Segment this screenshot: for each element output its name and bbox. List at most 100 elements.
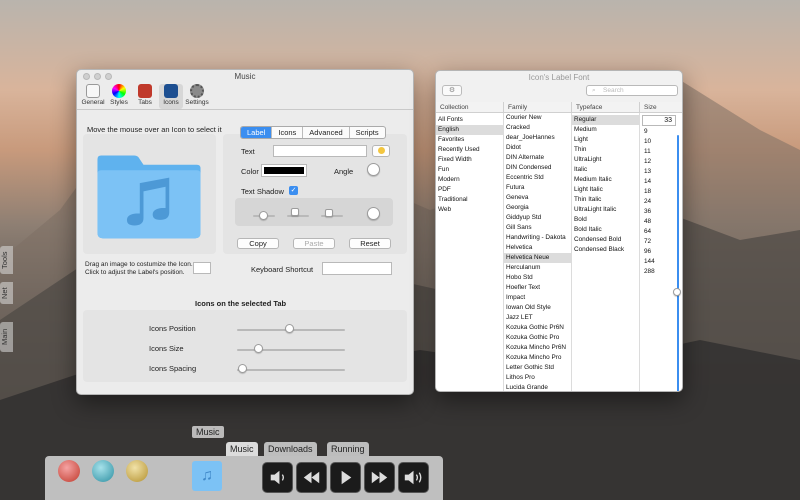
- typeface-item[interactable]: Light Italic: [572, 185, 639, 195]
- family-item[interactable]: Gill Sans: [504, 223, 571, 233]
- dock-tab-running[interactable]: Running: [327, 442, 369, 456]
- size-item[interactable]: 72: [642, 237, 672, 247]
- family-item[interactable]: Hoefler Text: [504, 283, 571, 293]
- family-item[interactable]: Iowan Old Style: [504, 303, 571, 313]
- dock-tab-downloads[interactable]: Downloads: [264, 442, 317, 456]
- size-item[interactable]: 64: [642, 227, 672, 237]
- family-item[interactable]: Eccentric Std: [504, 173, 571, 183]
- size-item[interactable]: 144: [642, 257, 672, 267]
- size-item[interactable]: 18: [642, 187, 672, 197]
- family-item[interactable]: dear_JoeHannes: [504, 133, 571, 143]
- minimize-window-button[interactable]: [94, 73, 101, 80]
- family-item[interactable]: Kozuka Mincho Pr6N: [504, 343, 571, 353]
- family-item[interactable]: Cracked: [504, 123, 571, 133]
- family-list[interactable]: Courier New Cracked dear_JoeHannes Didot DIN…: [504, 113, 572, 391]
- size-item[interactable]: 48: [642, 217, 672, 227]
- typeface-item[interactable]: Italic: [572, 165, 639, 175]
- mail-pin-icon-gold[interactable]: [126, 460, 148, 482]
- side-tab-main[interactable]: Main: [0, 322, 13, 352]
- paste-button[interactable]: Paste: [293, 238, 335, 249]
- size-item[interactable]: 10: [642, 137, 672, 147]
- emoji-button[interactable]: [372, 145, 390, 157]
- typeface-list[interactable]: Regular Medium Light Thin UltraLight Italic Me…: [572, 113, 640, 391]
- collection-item[interactable]: PDF: [436, 185, 503, 195]
- family-item[interactable]: Giddyup Std: [504, 213, 571, 223]
- toolbar-settings[interactable]: Settings: [185, 84, 209, 109]
- family-item[interactable]: Kozuka Mincho Pro: [504, 353, 571, 363]
- size-item[interactable]: 11: [642, 147, 672, 157]
- family-item[interactable]: Hobo Std: [504, 273, 571, 283]
- typeface-item[interactable]: Medium: [572, 125, 639, 135]
- icons-position-slider[interactable]: [285, 324, 294, 333]
- angle-dial[interactable]: [367, 163, 380, 176]
- toolbar-icons[interactable]: Icons: [159, 84, 183, 109]
- typeface-item[interactable]: Condensed Black: [572, 245, 639, 255]
- font-size-input[interactable]: 33: [642, 115, 676, 126]
- collection-item[interactable]: Traditional: [436, 195, 503, 205]
- typeface-item[interactable]: Thin: [572, 145, 639, 155]
- collection-item[interactable]: Favorites: [436, 135, 503, 145]
- copy-button[interactable]: Copy: [237, 238, 279, 249]
- reset-button[interactable]: Reset: [349, 238, 391, 249]
- music-folder-icon[interactable]: [87, 150, 211, 242]
- label-position-box[interactable]: [193, 262, 211, 274]
- side-tab-net[interactable]: Net: [0, 282, 13, 304]
- size-item[interactable]: 36: [642, 207, 672, 217]
- typeface-item[interactable]: Condensed Bold: [572, 235, 639, 245]
- tab-advanced[interactable]: Advanced: [303, 127, 350, 138]
- family-item[interactable]: Jazz LET: [504, 313, 571, 323]
- volume-up-button[interactable]: [398, 462, 429, 493]
- size-item[interactable]: 96: [642, 247, 672, 257]
- volume-down-button[interactable]: [262, 462, 293, 493]
- typeface-item[interactable]: Light: [572, 135, 639, 145]
- shadow-angle-dial[interactable]: [367, 207, 380, 220]
- dock-tab-music[interactable]: Music: [226, 442, 258, 456]
- family-item[interactable]: Georgia: [504, 203, 571, 213]
- label-text-input[interactable]: [273, 145, 367, 157]
- mail-pin-icon-red[interactable]: [58, 460, 80, 482]
- typeface-item[interactable]: Bold Italic: [572, 225, 639, 235]
- typeface-item[interactable]: Bold: [572, 215, 639, 225]
- size-item[interactable]: 14: [642, 177, 672, 187]
- collection-item[interactable]: Fun: [436, 165, 503, 175]
- family-item[interactable]: Helvetica Neue: [504, 253, 571, 263]
- family-item[interactable]: Didot: [504, 143, 571, 153]
- collection-item[interactable]: English: [436, 125, 503, 135]
- close-window-button[interactable]: [83, 73, 90, 80]
- family-item[interactable]: Herculanum: [504, 263, 571, 273]
- play-button[interactable]: [330, 462, 361, 493]
- toolbar-general[interactable]: General: [81, 84, 105, 109]
- family-item[interactable]: Lithos Pro: [504, 373, 571, 383]
- tab-icons[interactable]: Icons: [272, 127, 304, 138]
- mail-pin-icon-teal[interactable]: [92, 460, 114, 482]
- size-slider[interactable]: [673, 288, 681, 296]
- family-item[interactable]: Kozuka Gothic Pro: [504, 333, 571, 343]
- typeface-item[interactable]: UltraLight: [572, 155, 639, 165]
- side-tab-tools[interactable]: Tools: [0, 246, 13, 274]
- family-item[interactable]: Impact: [504, 293, 571, 303]
- family-item[interactable]: Letter Gothic Std: [504, 363, 571, 373]
- icons-size-slider[interactable]: [253, 344, 263, 353]
- font-actions-button[interactable]: ⚙: [442, 85, 462, 96]
- collection-item[interactable]: Modern: [436, 175, 503, 185]
- collection-item[interactable]: Recently Used: [436, 145, 503, 155]
- size-item[interactable]: 9: [642, 127, 672, 137]
- family-item[interactable]: Courier New: [504, 113, 571, 123]
- size-item[interactable]: 24: [642, 197, 672, 207]
- fast-forward-button[interactable]: [364, 462, 395, 493]
- toolbar-tabs[interactable]: Tabs: [133, 84, 157, 109]
- shadow-slider-3[interactable]: [325, 209, 333, 217]
- tab-scripts[interactable]: Scripts: [350, 127, 385, 138]
- family-item[interactable]: Handwriting - Dakota: [504, 233, 571, 243]
- typeface-item[interactable]: Medium Italic: [572, 175, 639, 185]
- family-item[interactable]: Geneva: [504, 193, 571, 203]
- size-item[interactable]: 12: [642, 157, 672, 167]
- collection-list[interactable]: All Fonts English Favorites Recently Used Fi…: [436, 113, 504, 391]
- collection-item[interactable]: Web: [436, 205, 503, 215]
- text-shadow-checkbox[interactable]: ✓: [289, 186, 298, 195]
- rewind-button[interactable]: [296, 462, 327, 493]
- size-item[interactable]: 13: [642, 167, 672, 177]
- typeface-item[interactable]: Thin Italic: [572, 195, 639, 205]
- family-item[interactable]: Helvetica: [504, 243, 571, 253]
- family-item[interactable]: DIN Alternate: [504, 153, 571, 163]
